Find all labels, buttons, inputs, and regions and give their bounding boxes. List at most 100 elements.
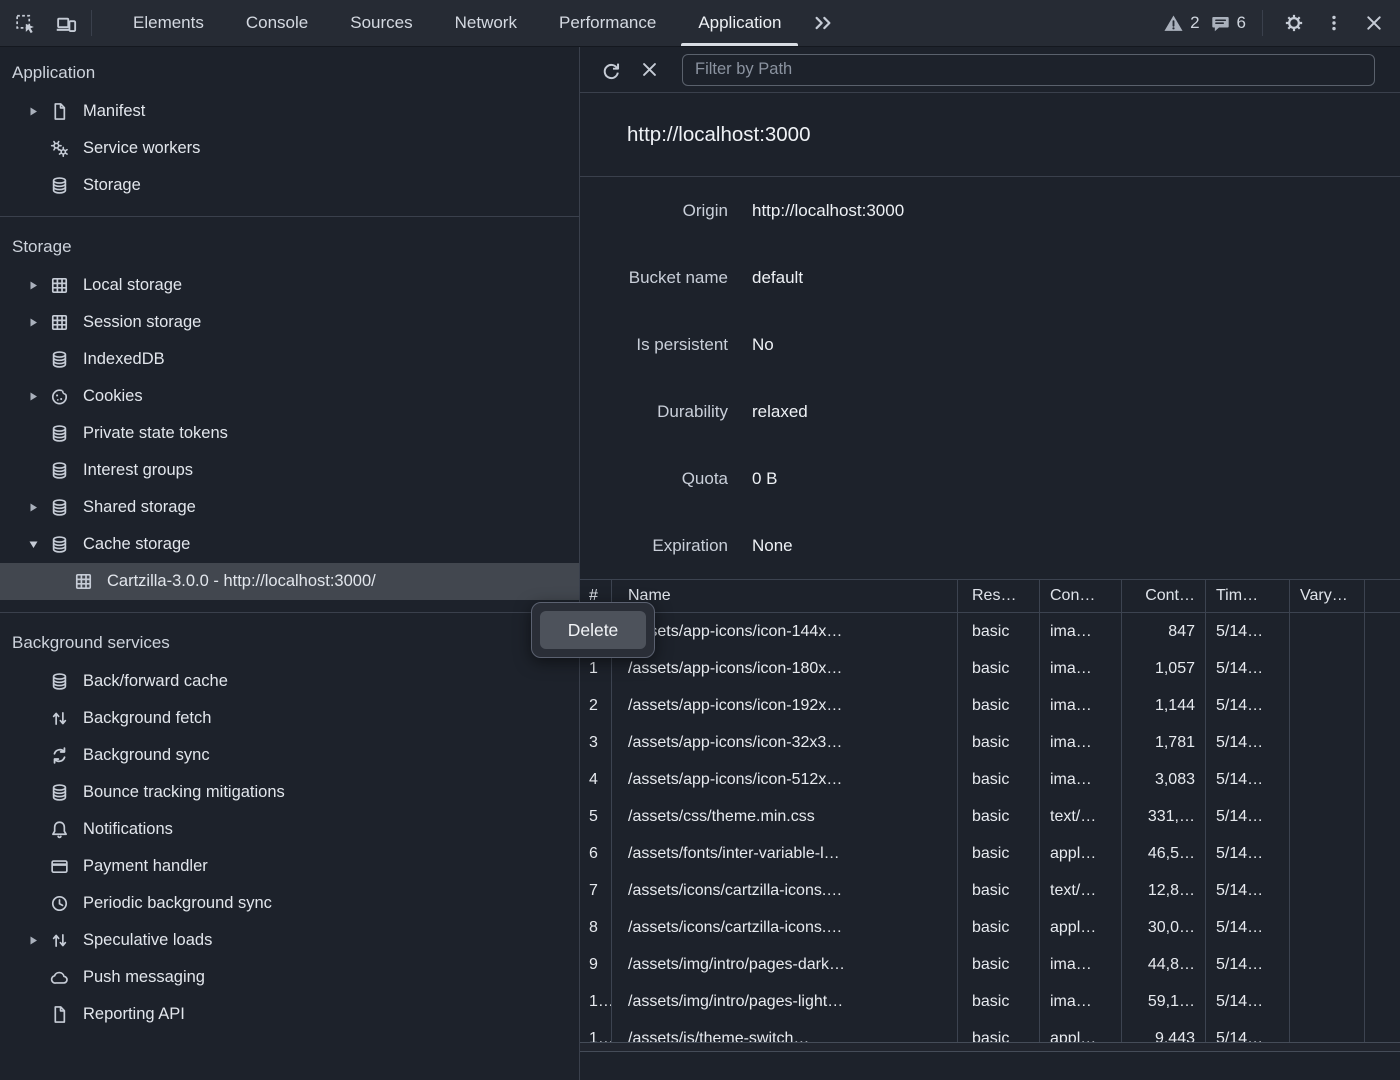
sidebar-item-background-sync[interactable]: Background sync (0, 737, 579, 774)
cell-vary-header (1290, 835, 1365, 872)
cell-response-type: basic (958, 909, 1040, 946)
table-row[interactable]: 5 /assets/css/theme.min.css basic text/…… (580, 798, 1400, 835)
cell-content-type: text/… (1040, 872, 1122, 909)
tab-performance[interactable]: Performance (538, 0, 677, 46)
issues-indicator[interactable]: 6 (1210, 13, 1246, 34)
origin-title: http://localhost:3000 (580, 93, 1400, 177)
device-toolbar-icon (54, 12, 77, 35)
cell-content-length: 12,8… (1122, 872, 1206, 909)
column-header-vary-header[interactable]: Vary… (1290, 580, 1365, 612)
sidebar-item-periodic-background-sync[interactable]: Periodic background sync (0, 885, 579, 922)
column-header-name[interactable]: Name (612, 580, 958, 612)
sidebar-item-cartzilla-cache[interactable]: Cartzilla-3.0.0 - http://localhost:3000/ (0, 563, 579, 600)
cell-index: 4 (580, 761, 612, 798)
tab-network[interactable]: Network (434, 0, 538, 46)
sidebar-item-cache-storage[interactable]: Cache storage (0, 526, 579, 563)
device-toolbar-button[interactable] (48, 6, 82, 40)
table-row[interactable]: 4 /assets/app-icons/icon-512x… basic ima… (580, 761, 1400, 798)
clock-icon (48, 893, 70, 914)
detail-label: Bucket name (580, 268, 728, 288)
sidebar-item-manifest[interactable]: Manifest (0, 93, 579, 130)
expander-expanded-icon[interactable] (28, 539, 48, 550)
sidebar-item-label: Background sync (83, 746, 210, 765)
cell-response-type: basic (958, 1020, 1040, 1042)
tab-application[interactable]: Application (677, 0, 802, 46)
sidebar-item-background-fetch[interactable]: Background fetch (0, 700, 579, 737)
expander-collapsed-icon[interactable] (28, 391, 48, 402)
expander-collapsed-icon[interactable] (28, 106, 48, 117)
table-row[interactable]: 3 /assets/app-icons/icon-32x3… basic ima… (580, 724, 1400, 761)
expander-collapsed-icon[interactable] (28, 935, 48, 946)
column-header-time-cached[interactable]: Tim… (1206, 580, 1290, 612)
detail-row-origin: Origin http://localhost:3000 (580, 177, 1400, 244)
clear-button[interactable] (634, 55, 664, 85)
sidebar-item-label: Interest groups (83, 461, 193, 480)
sidebar-section-storage: Storage Local storage Session storage In… (0, 216, 579, 612)
cell-response-type: basic (958, 724, 1040, 761)
tab-elements[interactable]: Elements (112, 0, 225, 46)
sidebar-item-label: Private state tokens (83, 424, 228, 443)
tab-sources[interactable]: Sources (329, 0, 433, 46)
detail-value: None (752, 536, 793, 556)
settings-button[interactable] (1277, 6, 1311, 40)
sidebar-item-service-workers[interactable]: Service workers (0, 130, 579, 167)
cell-content-type: ima… (1040, 687, 1122, 724)
table-row[interactable]: 7 /assets/icons/cartzilla-icons.… basic … (580, 872, 1400, 909)
sidebar-item-interest-groups[interactable]: Interest groups (0, 452, 579, 489)
application-sidebar: Application Manifest Service workers Sto… (0, 47, 580, 1080)
column-header-response-type[interactable]: Res… (958, 580, 1040, 612)
sidebar-item-notifications[interactable]: Notifications (0, 811, 579, 848)
sidebar-item-payment-handler[interactable]: Payment handler (0, 848, 579, 885)
warnings-indicator[interactable]: 2 (1163, 13, 1199, 34)
table-row[interactable]: 6 /assets/fonts/inter-variable-l… basic … (580, 835, 1400, 872)
more-options-button[interactable] (1317, 6, 1351, 40)
inspect-element-button[interactable] (8, 6, 42, 40)
expander-collapsed-icon[interactable] (28, 280, 48, 291)
sidebar-item-back-forward-cache[interactable]: Back/forward cache (0, 663, 579, 700)
more-tabs-button[interactable] (802, 12, 844, 34)
refresh-button[interactable] (596, 55, 626, 85)
sidebar-item-push-messaging[interactable]: Push messaging (0, 959, 579, 996)
sidebar-item-local-storage[interactable]: Local storage (0, 267, 579, 304)
cell-vary-header (1290, 687, 1365, 724)
table-row[interactable]: 1 /assets/app-icons/icon-180x… basic ima… (580, 650, 1400, 687)
sidebar-item-shared-storage[interactable]: Shared storage (0, 489, 579, 526)
detail-label: Durability (580, 402, 728, 422)
table-body: 0 /assets/app-icons/icon-144x… basic ima… (580, 613, 1400, 1042)
table-row-clipped[interactable]: 1… /assets/js/theme-switch… basic appl… … (580, 1020, 1400, 1042)
sidebar-item-indexeddb[interactable]: IndexedDB (0, 341, 579, 378)
cell-name: /assets/app-icons/icon-180x… (612, 650, 958, 687)
table-row[interactable]: 9 /assets/img/intro/pages-dark… basic im… (580, 946, 1400, 983)
close-devtools-button[interactable] (1357, 6, 1391, 40)
context-menu-item-delete[interactable]: Delete (540, 611, 646, 649)
table-header-row: # Name Res… Con… Cont… Tim… Vary… (580, 580, 1400, 613)
tab-console[interactable]: Console (225, 0, 329, 46)
filter-by-path-input[interactable] (682, 54, 1375, 86)
sidebar-item-private-state-tokens[interactable]: Private state tokens (0, 415, 579, 452)
cell-time-cached: 5/14… (1206, 724, 1290, 761)
sidebar-item-reporting-api[interactable]: Reporting API (0, 996, 579, 1033)
sidebar-item-storage[interactable]: Storage (0, 167, 579, 204)
table-row[interactable]: 8 /assets/icons/cartzilla-icons.… basic … (580, 909, 1400, 946)
expander-collapsed-icon[interactable] (28, 502, 48, 513)
column-header-content-length[interactable]: Cont… (1122, 580, 1206, 612)
cell-index: 1… (580, 1020, 612, 1042)
sidebar-item-bounce-tracking-mitigations[interactable]: Bounce tracking mitigations (0, 774, 579, 811)
table-row[interactable]: 1… /assets/img/intro/pages-light… basic … (580, 983, 1400, 1020)
cache-details: Origin http://localhost:3000 Bucket name… (580, 177, 1400, 579)
cell-vary-header (1290, 983, 1365, 1020)
cell-content-type: ima… (1040, 983, 1122, 1020)
sidebar-item-label: Reporting API (83, 1005, 185, 1024)
sidebar-item-cookies[interactable]: Cookies (0, 378, 579, 415)
expander-collapsed-icon[interactable] (28, 317, 48, 328)
column-header-content-type[interactable]: Con… (1040, 580, 1122, 612)
table-row[interactable]: 0 /assets/app-icons/icon-144x… basic ima… (580, 613, 1400, 650)
detail-row-quota: Quota 0 B (580, 445, 1400, 512)
cell-response-type: basic (958, 835, 1040, 872)
cell-response-type: basic (958, 798, 1040, 835)
preview-splitter[interactable] (580, 1042, 1400, 1052)
sidebar-item-session-storage[interactable]: Session storage (0, 304, 579, 341)
cell-name: /assets/icons/cartzilla-icons.… (612, 872, 958, 909)
sidebar-item-speculative-loads[interactable]: Speculative loads (0, 922, 579, 959)
table-row[interactable]: 2 /assets/app-icons/icon-192x… basic ima… (580, 687, 1400, 724)
